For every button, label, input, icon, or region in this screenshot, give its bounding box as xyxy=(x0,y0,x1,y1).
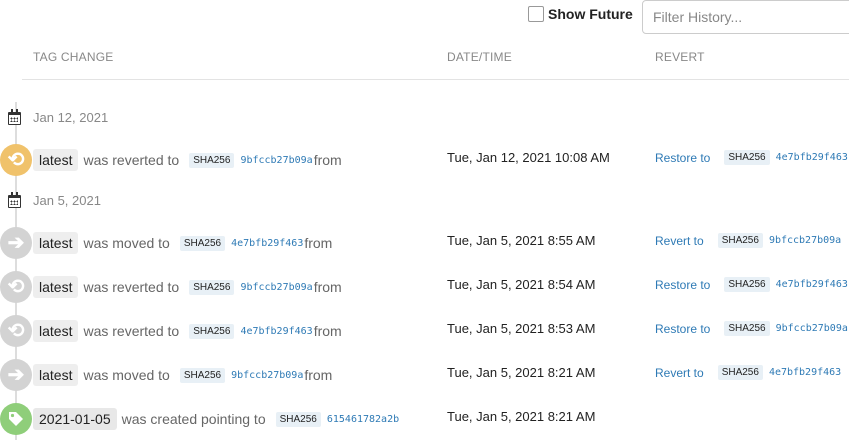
sha-label: SHA256 xyxy=(275,411,321,427)
sha-value: 4e7bfb29f463 xyxy=(768,367,842,378)
tag-name: latest xyxy=(33,364,79,386)
tag-change-description: latest was moved to SHA256 4e7bfb29f463 … xyxy=(33,231,332,255)
calendar-icon xyxy=(8,192,21,208)
sha-label: SHA256 xyxy=(717,365,763,380)
show-future-toggle[interactable]: Show Future xyxy=(528,6,633,22)
revert-icon: ⟲ xyxy=(0,271,32,303)
change-datetime: Tue, Jan 5, 2021 8:55 AM xyxy=(447,233,596,248)
from-text: from xyxy=(313,279,342,295)
revert-cell: Revert to SHA256 9bfccb27b09a xyxy=(655,233,841,248)
tag-change-description: latest was reverted to SHA256 9bfccb27b0… xyxy=(33,275,342,299)
change-datetime: Tue, Jan 5, 2021 8:21 AM xyxy=(447,409,596,424)
day-label: Jan 5, 2021 xyxy=(33,193,101,208)
change-verb: was reverted to xyxy=(83,279,180,295)
day-label: Jan 12, 2021 xyxy=(33,110,109,125)
change-verb: was moved to xyxy=(83,367,170,383)
change-datetime: Tue, Jan 5, 2021 8:53 AM xyxy=(447,321,596,336)
sha-value: 4e7bfb29f463 xyxy=(775,279,848,290)
sha-label: SHA256 xyxy=(724,150,770,165)
tag-name: latest xyxy=(33,276,79,298)
sha-label: SHA256 xyxy=(179,367,226,383)
tag-name: latest xyxy=(33,232,79,254)
tag-name: latest xyxy=(33,320,79,342)
restore-link[interactable]: Restore to xyxy=(655,278,710,292)
change-datetime: Tue, Jan 12, 2021 10:08 AM xyxy=(447,150,610,165)
revert-cell: Revert to SHA256 4e7bfb29f463 xyxy=(655,365,841,380)
revert-link[interactable]: Revert to xyxy=(655,234,704,248)
history-row: ➔ latest was moved to SHA256 9bfccb27b09… xyxy=(0,359,849,391)
calendar-icon xyxy=(8,109,21,125)
sha-label: SHA256 xyxy=(724,321,770,336)
change-verb: was reverted to xyxy=(83,323,180,339)
sha-label: SHA256 xyxy=(724,277,770,292)
sha-label: SHA256 xyxy=(189,323,235,339)
revert-icon: ⟲ xyxy=(0,315,32,347)
revert-link[interactable]: Revert to xyxy=(655,366,704,380)
history-toolbar: Show Future xyxy=(0,0,849,36)
history-row: ⟲ latest was reverted to SHA256 9bfccb27… xyxy=(0,271,849,303)
tag-name: 2021-01-05 xyxy=(33,408,117,430)
change-datetime: Tue, Jan 5, 2021 8:54 AM xyxy=(447,277,596,292)
sha-value: 9bfccb27b09a xyxy=(768,235,842,246)
sha-value: 615461782a2b xyxy=(326,413,400,425)
sha-value: 4e7bfb29f463 xyxy=(231,237,304,249)
tag-change-description: latest was moved to SHA256 9bfccb27b09a … xyxy=(33,363,332,387)
restore-link[interactable]: Restore to xyxy=(655,322,710,336)
revert-column-header: REVERT xyxy=(655,50,705,64)
history-row: ⟲ latest was reverted to SHA256 4e7bfb29… xyxy=(0,315,849,347)
tag-change-description: 2021-01-05 was created pointing to SHA25… xyxy=(33,407,399,431)
tag-icon xyxy=(0,403,32,435)
history-row: 2021-01-05 was created pointing to SHA25… xyxy=(0,403,849,435)
tag-name: latest xyxy=(33,149,79,171)
sha-label: SHA256 xyxy=(189,279,235,295)
revert-cell: Restore to SHA256 9bfccb27b09a xyxy=(655,321,848,336)
sha-value: 9bfccb27b09a xyxy=(240,281,313,293)
history-table-header: TAG CHANGE DATE/TIME REVERT xyxy=(22,36,849,80)
sha-value: 4e7bfb29f463 xyxy=(775,152,848,163)
arrow-right-icon: ➔ xyxy=(0,359,32,391)
sha-label: SHA256 xyxy=(717,233,763,248)
history-row: ⟲ latest was reverted to SHA256 9bfccb27… xyxy=(0,144,849,176)
sha-label: SHA256 xyxy=(189,152,235,168)
tag-change-description: latest was reverted to SHA256 9bfccb27b0… xyxy=(33,148,342,172)
from-text: from xyxy=(313,323,342,339)
tag-change-description: latest was reverted to SHA256 4e7bfb29f4… xyxy=(33,319,342,343)
revert-icon: ⟲ xyxy=(0,144,32,176)
revert-cell: Restore to SHA256 4e7bfb29f463 xyxy=(655,150,848,165)
change-verb: was created pointing to xyxy=(121,411,266,427)
revert-cell: Restore to SHA256 4e7bfb29f463 xyxy=(655,277,848,292)
sha-value: 9bfccb27b09a xyxy=(231,369,304,381)
change-verb: was reverted to xyxy=(83,152,180,168)
date-time-column-header: DATE/TIME xyxy=(447,50,512,64)
from-text: from xyxy=(313,152,342,168)
filter-history-input[interactable] xyxy=(642,0,849,34)
sha-value: 9bfccb27b09a xyxy=(240,154,313,166)
arrow-right-icon: ➔ xyxy=(0,227,32,259)
day-header: Jan 12, 2021 xyxy=(0,108,849,128)
change-verb: was moved to xyxy=(83,235,170,251)
change-datetime: Tue, Jan 5, 2021 8:21 AM xyxy=(447,365,596,380)
sha-value: 4e7bfb29f463 xyxy=(240,325,313,337)
restore-link[interactable]: Restore to xyxy=(655,151,710,165)
history-row: ➔ latest was moved to SHA256 4e7bfb29f46… xyxy=(0,227,849,259)
from-text: from xyxy=(304,367,333,383)
show-future-checkbox[interactable] xyxy=(528,6,544,22)
from-text: from xyxy=(304,235,333,251)
day-header: Jan 5, 2021 xyxy=(0,191,849,211)
show-future-label: Show Future xyxy=(548,6,633,22)
sha-value: 9bfccb27b09a xyxy=(775,323,848,334)
tag-change-column-header: TAG CHANGE xyxy=(33,50,114,64)
sha-label: SHA256 xyxy=(179,235,226,251)
